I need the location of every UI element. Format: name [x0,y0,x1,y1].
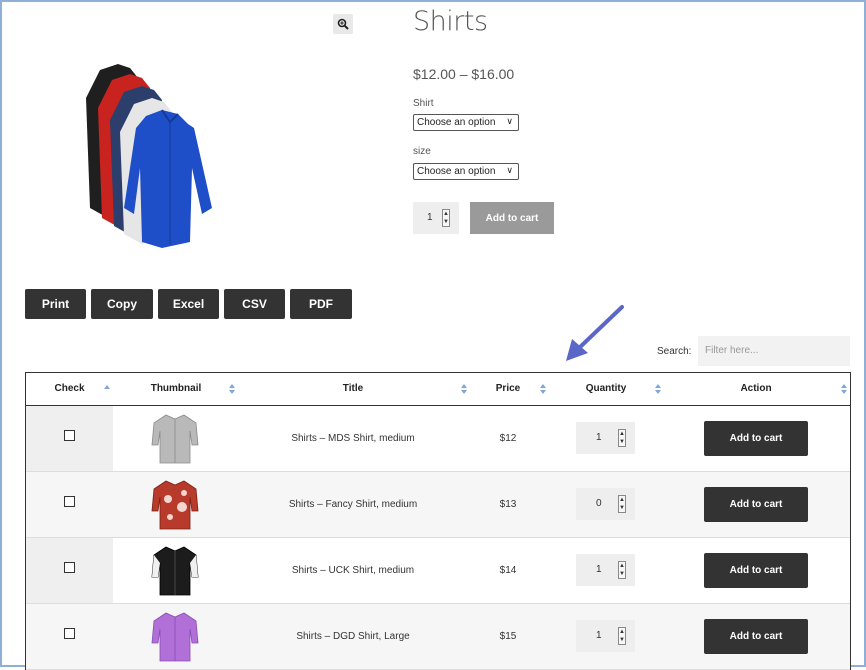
column-header-price[interactable]: Price [488,373,528,405]
row-add-to-cart-button[interactable]: Add to cart [704,553,808,588]
row-title: Shirts – UCK Shirt, medium [291,565,415,576]
copy-button[interactable]: Copy [91,289,153,319]
decrement-arrow-icon[interactable]: ▼ [619,438,625,446]
row-quantity-value: 1 [596,432,602,443]
product-title: Shirts [413,6,488,37]
quantity-spinner[interactable]: ▲ ▼ [618,429,626,447]
sort-icon[interactable] [840,383,848,395]
decrement-arrow-icon[interactable]: ▼ [619,636,625,644]
shirt-select-value: Choose an option [417,117,496,128]
sort-icon[interactable] [228,383,236,395]
chevron-down-icon: ∨ [506,116,513,126]
row-title: Shirts – MDS Shirt, medium [291,433,415,444]
column-header-thumbnail[interactable]: Thumbnail [126,373,226,405]
csv-button[interactable]: CSV [224,289,285,319]
size-select-value: Choose an option [417,166,496,177]
products-table: Check Thumbnail Title Price Quantity Act… [25,372,851,670]
sort-icon[interactable] [460,383,468,395]
column-header-quantity[interactable]: Quantity [566,373,646,405]
decrement-arrow-icon[interactable]: ▼ [619,570,625,578]
increment-arrow-icon[interactable]: ▲ [619,496,625,504]
row-quantity-value: 0 [596,498,602,509]
row-price: $14 [499,565,517,576]
row-quantity-stepper[interactable]: 0 ▲ ▼ [576,488,635,520]
table-row: Shirts – Fancy Shirt, medium $13 0 ▲ ▼ A… [26,472,850,538]
row-quantity-stepper[interactable]: 1 ▲ ▼ [576,554,635,586]
row-checkbox[interactable] [64,496,75,507]
zoom-in-icon[interactable] [333,14,353,34]
increment-arrow-icon[interactable]: ▲ [619,430,625,438]
size-variation-label: size [413,146,431,157]
chevron-down-icon: ∨ [506,165,513,175]
add-to-cart-button[interactable]: Add to cart [470,202,554,234]
quantity-value: 1 [427,212,433,223]
quantity-spinner[interactable]: ▲ ▼ [618,561,626,579]
table-row: Shirts – UCK Shirt, medium $14 1 ▲ ▼ Add… [26,538,850,604]
row-add-to-cart-button[interactable]: Add to cart [704,421,808,456]
table-row: Shirts – MDS Shirt, medium $12 1 ▲ ▼ Add… [26,406,850,472]
search-input[interactable]: Filter here... [698,336,850,366]
search-label: Search: [657,346,692,357]
print-button[interactable]: Print [25,289,86,319]
row-price: $12 [499,433,517,444]
increment-arrow-icon[interactable]: ▲ [619,562,625,570]
row-price: $13 [499,499,517,510]
sort-icon[interactable] [539,383,547,395]
row-checkbox[interactable] [64,430,75,441]
column-header-action[interactable]: Action [716,373,796,405]
purple-shirt-thumbnail [151,612,199,662]
increment-arrow-icon[interactable]: ▲ [443,210,449,218]
sort-asc-icon[interactable] [103,383,111,395]
decrement-arrow-icon[interactable]: ▼ [619,504,625,512]
row-title: Shirts – DGD Shirt, Large [296,631,410,642]
increment-arrow-icon[interactable]: ▲ [619,628,625,636]
row-quantity-value: 1 [596,630,602,641]
stacked-shirts-image[interactable] [78,58,228,248]
quantity-stepper[interactable]: 1 ▲ ▼ [413,202,459,234]
row-add-to-cart-button[interactable]: Add to cart [704,487,808,522]
row-add-to-cart-button[interactable]: Add to cart [704,619,808,654]
size-variation-select[interactable]: Choose an option ∨ [413,163,519,180]
table-header: Check Thumbnail Title Price Quantity Act… [26,373,850,406]
black-white-shirt-thumbnail [151,546,199,596]
sort-icon[interactable] [654,383,662,395]
row-checkbox[interactable] [64,628,75,639]
row-title: Shirts – Fancy Shirt, medium [288,499,418,510]
quantity-spinner[interactable]: ▲ ▼ [618,627,626,645]
excel-button[interactable]: Excel [158,289,219,319]
row-quantity-value: 1 [596,564,602,575]
row-price: $15 [499,631,517,642]
column-header-title[interactable]: Title [253,373,453,405]
price-range: $12.00 – $16.00 [413,66,515,82]
table-row: Shirts – DGD Shirt, Large $15 1 ▲ ▼ Add … [26,604,850,670]
row-checkbox[interactable] [64,562,75,573]
annotation-arrow-icon [566,305,624,361]
shirt-variation-select[interactable]: Choose an option ∨ [413,114,519,131]
quantity-spinner[interactable]: ▲ ▼ [618,495,626,513]
column-header-check[interactable]: Check [26,373,113,405]
grey-shirt-thumbnail [151,414,199,464]
row-quantity-stepper[interactable]: 1 ▲ ▼ [576,620,635,652]
pdf-button[interactable]: PDF [290,289,352,319]
quantity-spinner[interactable]: ▲ ▼ [442,209,450,227]
floral-shirt-thumbnail [151,480,199,530]
shirt-variation-label: Shirt [413,98,434,109]
decrement-arrow-icon[interactable]: ▼ [443,218,449,226]
row-quantity-stepper[interactable]: 1 ▲ ▼ [576,422,635,454]
